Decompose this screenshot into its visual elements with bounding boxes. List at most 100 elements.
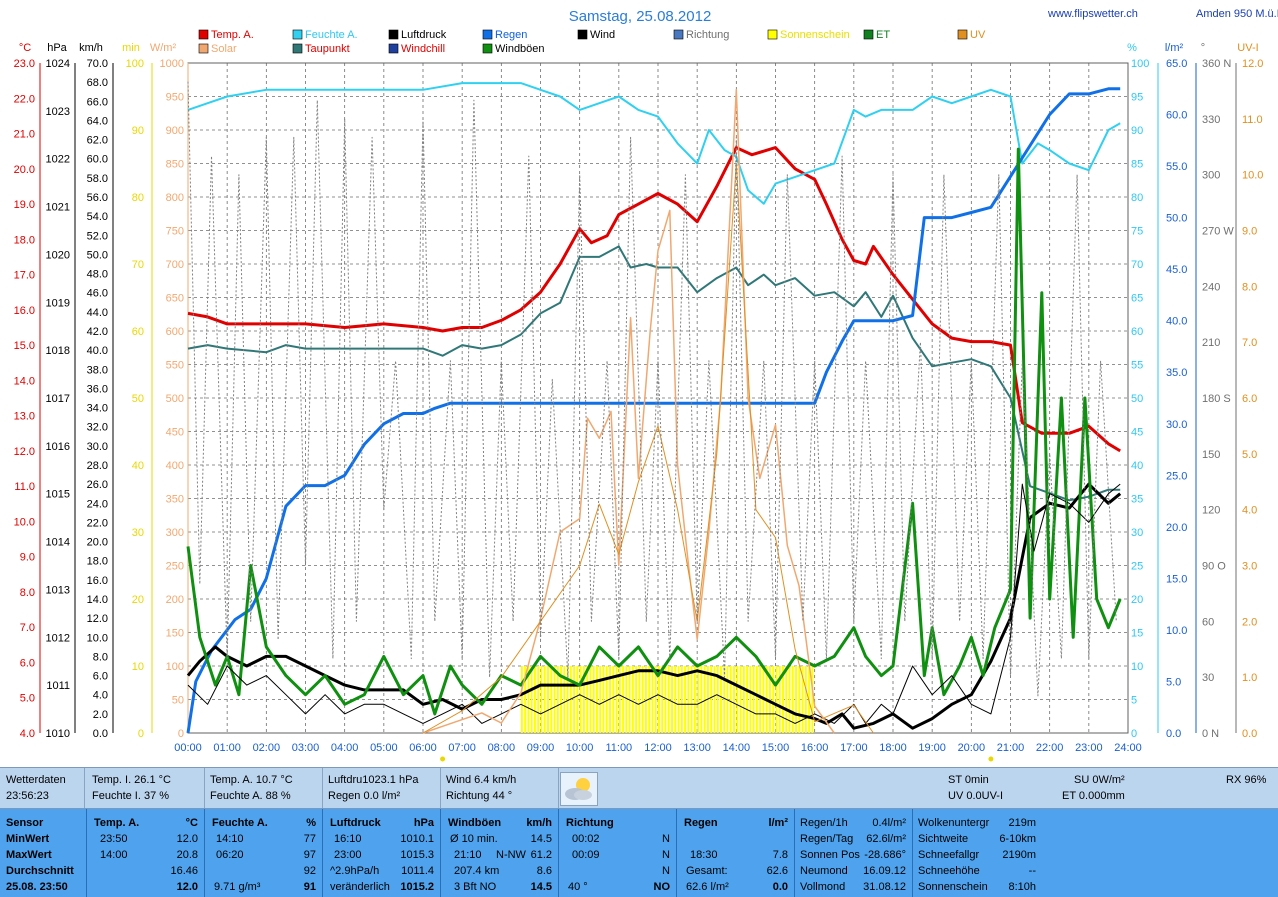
tick-label: 1024 — [46, 58, 70, 70]
tick-label: 30 — [132, 527, 144, 539]
tick-label: 95 — [1131, 92, 1143, 104]
uv-value: UV 0.0UV-I — [948, 790, 1004, 802]
sunshine-bar — [664, 666, 667, 733]
tick-label: 17.0 — [14, 270, 35, 282]
legend-swatch — [388, 29, 399, 40]
axis-unit-humidity: % — [1127, 42, 1137, 54]
x-tick-label: 18:00 — [879, 742, 907, 754]
tick-label: 4.0 — [20, 728, 35, 740]
x-tick-label: 08:00 — [488, 742, 516, 754]
legend-swatch — [577, 29, 588, 40]
richtung-max-time: 00:09 — [572, 849, 600, 861]
feuchte-header: Feuchte A. — [212, 817, 268, 829]
chart-title: Samstag, 25.08.2012 — [569, 8, 712, 25]
site-url[interactable]: www.flipswetter.ch — [1047, 8, 1138, 20]
tick-label: 46.0 — [87, 288, 108, 300]
tick-label: 26.0 — [87, 479, 108, 491]
tick-label: 13.0 — [14, 411, 35, 423]
sunshine-bar — [533, 666, 536, 733]
tick-label: 400 — [166, 460, 184, 472]
tick-label: 0.0 — [93, 728, 108, 740]
tick-label: 28.0 — [87, 460, 108, 472]
x-tick-label: 22:00 — [1036, 742, 1064, 754]
temp-max-time: 14:00 — [100, 849, 128, 861]
wolkenuntergr-label: Wolkenuntergr — [918, 817, 990, 829]
sunshine-bar — [775, 666, 778, 733]
sunshine-bar — [811, 666, 814, 733]
et-value: ET 0.000mm — [1062, 790, 1125, 802]
tick-label: 0 N — [1202, 728, 1219, 740]
richtung-avg: N — [662, 865, 670, 877]
sunshine-bar — [700, 666, 703, 733]
tick-label: 1011 — [46, 680, 70, 692]
sunshine-bar — [635, 666, 638, 733]
sunshine-bar — [599, 666, 602, 733]
stats-col-luftdruck: Luftdruck hPa 16:10 1010.1 23:00 1015.3 … — [322, 809, 441, 897]
tick-label: 150 — [166, 628, 184, 640]
legend-swatch — [482, 29, 493, 40]
tick-label: 40 — [1131, 460, 1143, 472]
tick-label: 120 — [1202, 505, 1220, 517]
sonnen-pos: -28.686° — [864, 849, 906, 861]
tick-label: 55.0 — [1166, 161, 1187, 173]
windboeen-mean: 8.6 — [536, 865, 552, 877]
stats-col-temp: Temp. A. °C 23:50 12.0 14:00 20.8 16.46 … — [86, 809, 205, 897]
tick-label: 4.0 — [93, 690, 108, 702]
tick-label: 4.0 — [1242, 505, 1257, 517]
sunrise-marker — [440, 756, 446, 762]
regen-current: 0.0 — [772, 881, 788, 893]
tick-label: 12.0 — [1242, 58, 1263, 70]
tick-label: 45 — [1131, 427, 1143, 439]
sunshine-bar — [520, 666, 523, 733]
tick-label: 1023 — [46, 106, 70, 118]
luftdruck-unit: hPa — [413, 817, 434, 829]
tick-label: 7.0 — [1242, 337, 1257, 349]
tick-label: 360 N — [1202, 58, 1231, 70]
regen-max: 7.8 — [772, 849, 788, 861]
tick-label: 100 — [1131, 58, 1149, 70]
x-tick-label: 19:00 — [918, 742, 946, 754]
tick-label: 14.0 — [87, 594, 108, 606]
legend-label: Regen — [495, 29, 527, 41]
wind-beaufort: 3 Bft NO — [454, 881, 497, 893]
tick-label: 750 — [166, 226, 184, 238]
legend-swatch — [292, 29, 303, 40]
temp-max: 20.8 — [176, 849, 198, 861]
legend-label: Sonnenschein — [780, 29, 850, 41]
tick-label: 22.0 — [87, 517, 108, 529]
sunshine-bar — [759, 666, 762, 733]
legend-label: Windchill — [401, 43, 445, 55]
current-row-label: 25.08. 23:50 — [6, 881, 68, 893]
strip-cell-time: Wetterdaten 23:56:23 — [0, 768, 85, 808]
tick-label: 30 — [1202, 672, 1214, 684]
schneefallgr: 2190m — [1002, 849, 1036, 861]
sunshine-bar — [651, 666, 654, 733]
st-value: ST 0min — [948, 774, 989, 786]
windboeen-max-dir: N-NW — [496, 849, 526, 861]
sunshine-bar — [749, 666, 752, 733]
luftdruck-min-time: 16:10 — [334, 833, 362, 845]
sunshine-bar — [543, 666, 546, 733]
tick-label: 58.0 — [87, 173, 108, 185]
sonnenschein: 8:10h — [1008, 881, 1036, 893]
richtung: Richtung 44 ° — [446, 790, 513, 802]
tick-label: 0.0 — [1166, 728, 1181, 740]
tick-label: 20.0 — [1166, 522, 1187, 534]
tick-label: 800 — [166, 192, 184, 204]
axis-unit-pressure: hPa — [47, 42, 67, 54]
tick-label: 8.0 — [1242, 281, 1257, 293]
current-values-strip: Wetterdaten 23:56:23 Temp. I. 26.1 °C Fe… — [0, 767, 1278, 809]
sunshine-bar — [697, 666, 700, 733]
legend-swatch — [482, 43, 493, 54]
tick-label: 10 — [132, 661, 144, 673]
x-tick-label: 09:00 — [527, 742, 555, 754]
tick-label: 0 — [138, 728, 144, 740]
tick-label: 1012 — [46, 632, 70, 644]
legend-swatch — [673, 29, 684, 40]
regen-tag-label: Regen/Tag — [800, 833, 854, 845]
neumond-label: Neumond — [800, 865, 848, 877]
sunshine-bar — [684, 666, 687, 733]
strip-cell-wind: Wind 6.4 km/h Richtung 44 ° — [440, 768, 559, 808]
tick-label: 60.0 — [87, 154, 108, 166]
x-tick-label: 24:00 — [1114, 742, 1142, 754]
